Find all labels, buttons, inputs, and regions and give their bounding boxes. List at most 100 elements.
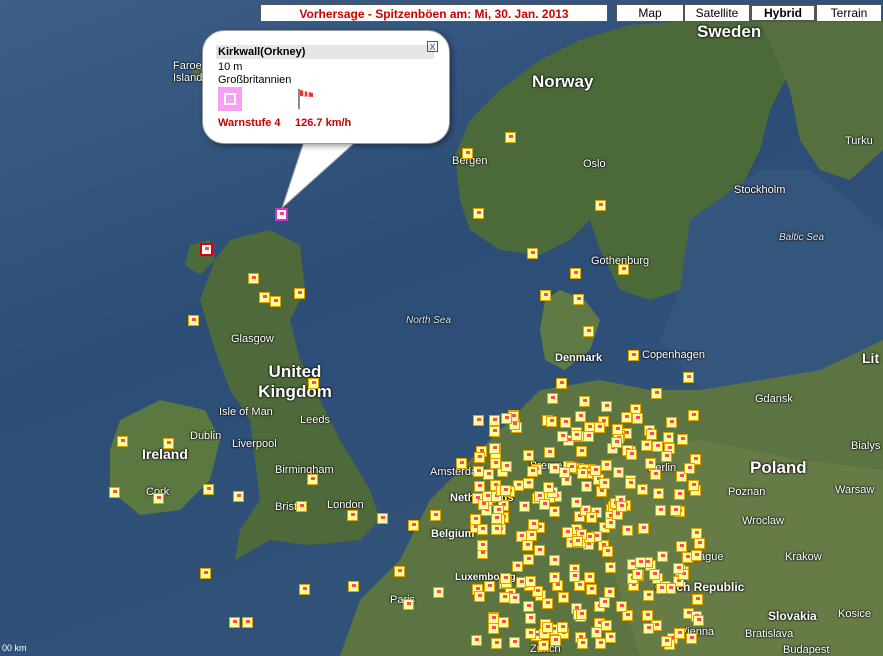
station-marker[interactable]	[646, 429, 657, 440]
station-marker[interactable]	[489, 426, 500, 437]
station-marker[interactable]	[557, 431, 568, 442]
station-marker[interactable]	[611, 437, 622, 448]
station-marker[interactable]	[584, 572, 595, 583]
station-marker[interactable]	[663, 432, 674, 443]
station-marker[interactable]	[505, 132, 516, 143]
station-marker[interactable]	[509, 593, 520, 604]
station-marker[interactable]	[542, 622, 553, 633]
station-marker[interactable]	[573, 294, 584, 305]
station-marker[interactable]	[377, 513, 388, 524]
station-marker[interactable]	[572, 536, 583, 547]
station-marker[interactable]	[621, 412, 632, 423]
station-marker[interactable]	[581, 481, 592, 492]
station-marker[interactable]	[540, 290, 551, 301]
station-marker[interactable]	[242, 617, 253, 628]
station-marker[interactable]	[433, 587, 444, 598]
station-marker[interactable]	[525, 628, 536, 639]
station-marker[interactable]	[591, 627, 602, 638]
station-marker[interactable]	[542, 598, 553, 609]
station-marker[interactable]	[692, 594, 703, 605]
station-marker[interactable]	[613, 467, 624, 478]
station-marker[interactable]	[622, 525, 633, 536]
station-marker[interactable]	[638, 523, 649, 534]
station-marker[interactable]	[491, 513, 502, 524]
station-marker[interactable]	[525, 576, 536, 587]
station-marker[interactable]	[408, 520, 419, 531]
station-marker[interactable]	[688, 480, 699, 491]
station-marker[interactable]	[203, 484, 214, 495]
station-marker[interactable]	[645, 458, 656, 469]
station-marker[interactable]	[625, 478, 636, 489]
map-type-terrain-button[interactable]: Terrain	[816, 4, 882, 22]
station-marker[interactable]	[233, 491, 244, 502]
station-marker[interactable]	[557, 622, 568, 633]
station-marker[interactable]	[605, 632, 616, 643]
station-marker[interactable]	[430, 510, 441, 521]
station-marker-kirkwall[interactable]	[275, 208, 288, 221]
station-marker[interactable]	[477, 540, 488, 551]
station-marker[interactable]	[655, 505, 666, 516]
station-marker[interactable]	[471, 635, 482, 646]
station-marker[interactable]	[595, 200, 606, 211]
station-marker[interactable]	[523, 450, 534, 461]
station-marker[interactable]	[163, 438, 174, 449]
station-marker[interactable]	[477, 524, 488, 535]
station-marker[interactable]	[601, 401, 612, 412]
station-marker[interactable]	[474, 481, 485, 492]
station-marker[interactable]	[489, 443, 500, 454]
station-marker[interactable]	[628, 350, 639, 361]
station-marker[interactable]	[656, 583, 667, 594]
station-marker[interactable]	[612, 424, 623, 435]
station-marker[interactable]	[618, 264, 629, 275]
station-marker[interactable]	[579, 396, 590, 407]
station-marker[interactable]	[683, 372, 694, 383]
station-marker[interactable]	[484, 581, 495, 592]
station-marker[interactable]	[296, 501, 307, 512]
station-marker[interactable]	[534, 545, 545, 556]
station-marker[interactable]	[594, 422, 605, 433]
station-marker[interactable]	[632, 569, 643, 580]
station-marker[interactable]	[544, 447, 555, 458]
station-marker[interactable]	[474, 591, 485, 602]
station-marker[interactable]	[539, 499, 550, 510]
station-marker[interactable]	[559, 467, 570, 478]
station-marker[interactable]	[693, 615, 704, 626]
station-marker[interactable]	[270, 296, 281, 307]
station-marker[interactable]	[491, 638, 502, 649]
station-marker[interactable]	[547, 393, 558, 404]
station-marker[interactable]	[691, 528, 702, 539]
station-marker[interactable]	[570, 268, 581, 279]
station-marker[interactable]	[684, 463, 695, 474]
station-marker[interactable]	[577, 468, 588, 479]
station-marker[interactable]	[673, 563, 684, 574]
station-marker[interactable]	[294, 288, 305, 299]
station-marker[interactable]	[474, 452, 485, 463]
station-marker[interactable]	[523, 601, 534, 612]
station-marker[interactable]	[501, 413, 512, 424]
station-marker[interactable]	[677, 434, 688, 445]
station-marker[interactable]	[188, 315, 199, 326]
station-marker[interactable]	[586, 584, 597, 595]
station-marker[interactable]	[626, 449, 637, 460]
station-marker[interactable]	[641, 440, 652, 451]
station-marker[interactable]	[491, 524, 502, 535]
map-canvas[interactable]: Vorhersage - Spitzenböen am: Mi, 30. Jan…	[0, 0, 883, 656]
station-marker[interactable]	[403, 599, 414, 610]
station-marker[interactable]	[651, 388, 662, 399]
station-marker[interactable]	[569, 571, 580, 582]
station-marker[interactable]	[571, 430, 582, 441]
station-marker[interactable]	[546, 416, 557, 427]
station-marker[interactable]	[538, 640, 549, 651]
station-marker[interactable]	[543, 482, 554, 493]
station-marker[interactable]	[109, 487, 120, 498]
station-marker[interactable]	[462, 148, 473, 159]
station-marker[interactable]	[688, 410, 699, 421]
station-marker[interactable]	[200, 568, 211, 579]
station-marker[interactable]	[650, 469, 661, 480]
station-marker[interactable]	[229, 617, 240, 628]
station-marker[interactable]	[500, 485, 511, 496]
close-icon[interactable]: X	[427, 41, 438, 52]
station-marker[interactable]	[691, 550, 702, 561]
station-marker[interactable]	[549, 572, 560, 583]
station-marker[interactable]	[500, 573, 511, 584]
